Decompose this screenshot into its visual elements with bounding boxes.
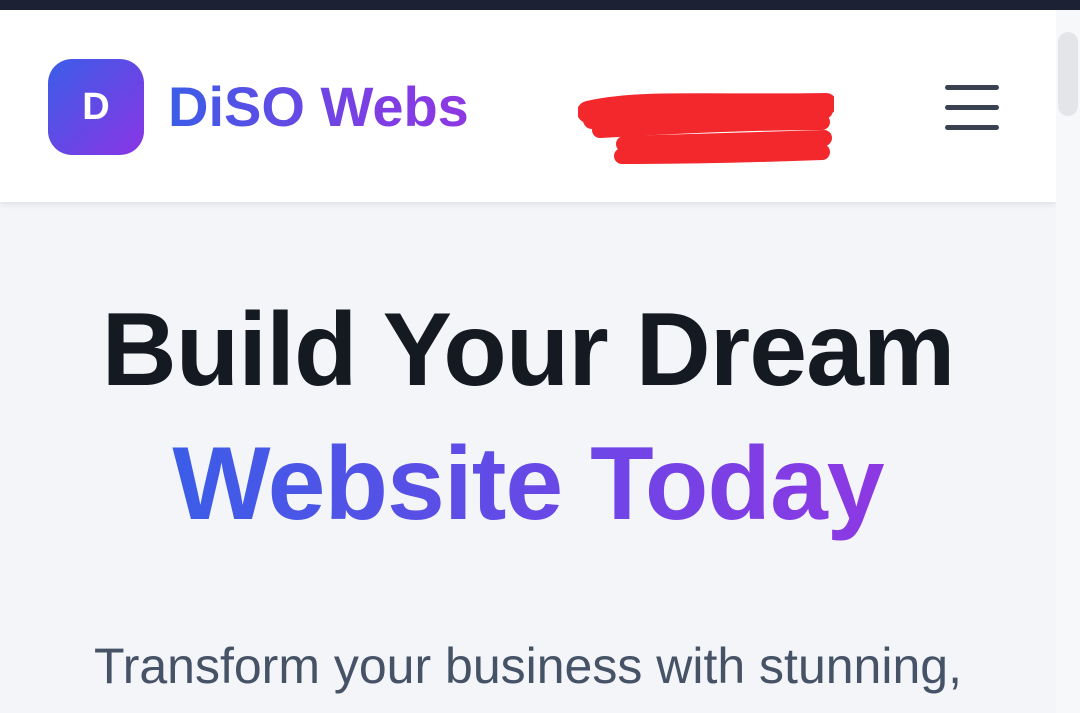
redaction-scribble xyxy=(578,93,834,164)
hamburger-menu-icon[interactable] xyxy=(938,82,1006,134)
brand-name[interactable]: DiSO Webs xyxy=(168,72,469,142)
logo-letter: D xyxy=(82,85,110,128)
status-bar-strip xyxy=(0,0,1080,10)
hero-title-line1: Build Your Dream xyxy=(101,292,956,408)
hero-title-accent-text: Website Today xyxy=(172,426,884,542)
hero-title-line2: Website Today xyxy=(0,428,1056,540)
scrollbar[interactable] xyxy=(1056,10,1080,713)
logo-icon[interactable]: D xyxy=(48,59,144,155)
site-header: D DiSO Webs xyxy=(0,10,1056,202)
hero-subtitle: Transform your business with stunning, xyxy=(94,638,962,694)
menu-bar-middle xyxy=(945,105,999,110)
menu-bar-bottom xyxy=(945,125,999,130)
menu-bar-top xyxy=(945,85,999,90)
scrollbar-thumb[interactable] xyxy=(1058,32,1078,116)
hero-section: Build Your Dream Website Today Transform… xyxy=(0,202,1056,713)
